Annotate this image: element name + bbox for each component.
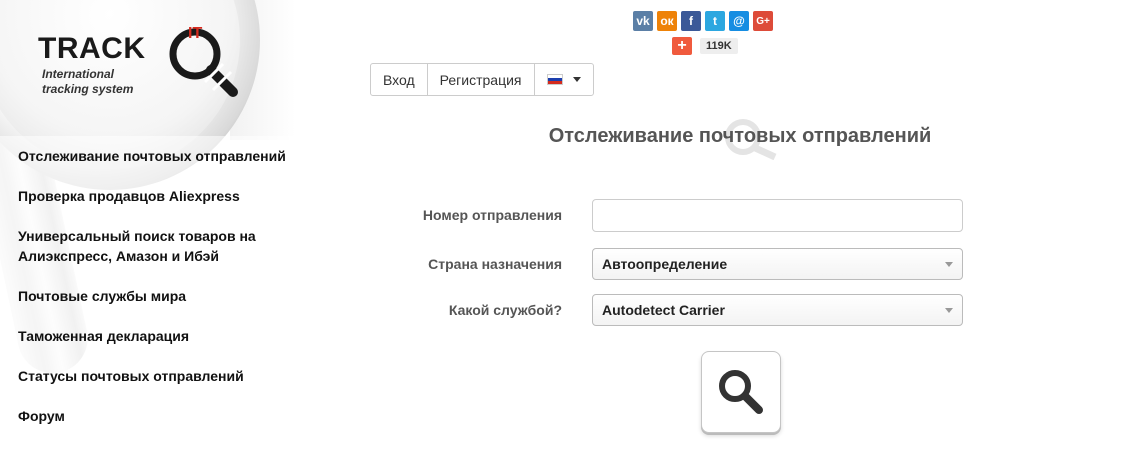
search-button[interactable]: [701, 351, 781, 433]
logo-track-text: TRACK: [38, 32, 146, 65]
site-logo[interactable]: TRACK IT International tracking system: [38, 20, 238, 100]
russia-flag-icon: [546, 74, 563, 85]
facebook-icon[interactable]: f: [681, 11, 701, 31]
social-share-bar: vk ок f t @ G+: [633, 11, 773, 31]
main-navigation: Отслеживание почтовых отправлений Провер…: [0, 136, 330, 436]
page-title: Отслеживание почтовых отправлений: [548, 125, 932, 147]
destination-country-label: Страна назначения: [428, 256, 562, 272]
mail-icon[interactable]: @: [729, 11, 749, 31]
google-plus-icon[interactable]: G+: [753, 11, 773, 31]
logo-it-text: IT: [188, 25, 203, 42]
share-count: 119K: [700, 38, 738, 54]
auth-bar: Вход Регистрация: [370, 63, 594, 96]
carrier-select[interactable]: Autodetect Carrier: [592, 294, 963, 326]
destination-country-value: Автоопределение: [602, 256, 728, 272]
carrier-label: Какой службой?: [448, 302, 562, 318]
nav-item-postal-services[interactable]: Почтовые службы мира: [0, 276, 330, 316]
nav-item-tracking-statuses[interactable]: Статусы почтовых отправлений: [0, 356, 330, 396]
tracking-number-label: Номер отправления: [422, 207, 562, 223]
language-selector[interactable]: [535, 64, 593, 95]
destination-country-select[interactable]: Автоопределение: [592, 248, 963, 280]
destination-country-row: Страна назначения Автоопределение: [380, 247, 1000, 281]
nav-item-tracking[interactable]: Отслеживание почтовых отправлений: [0, 136, 330, 176]
share-counter-row: + 119K: [672, 37, 738, 55]
chevron-down-icon: [572, 77, 581, 82]
nav-item-product-search[interactable]: Универсальный поиск товаров на Алиэкспре…: [0, 216, 330, 276]
register-button[interactable]: Регистрация: [428, 64, 535, 95]
twitter-icon[interactable]: t: [705, 11, 725, 31]
login-button[interactable]: Вход: [371, 64, 428, 95]
dropdown-arrow-icon: [945, 307, 953, 313]
logo-subtitle-line1: International: [42, 67, 115, 81]
nav-item-customs-declaration[interactable]: Таможенная декларация: [0, 316, 330, 356]
search-icon: [719, 370, 763, 414]
dropdown-arrow-icon: [945, 261, 953, 267]
logo-subtitle-line2: tracking system: [42, 82, 134, 96]
nav-item-seller-check[interactable]: Проверка продавцов Aliexpress: [0, 176, 330, 216]
nav-item-forum[interactable]: Форум: [0, 396, 330, 436]
tracking-number-input[interactable]: [592, 198, 963, 232]
tracking-number-row: Номер отправления: [380, 198, 1000, 232]
page-heading-area: Отслеживание почтовых отправлений: [520, 115, 960, 165]
odnoklassniki-icon[interactable]: ок: [657, 11, 677, 31]
vk-icon[interactable]: vk: [633, 11, 653, 31]
share-more-button[interactable]: +: [672, 37, 692, 55]
carrier-row: Какой службой? Autodetect Carrier: [380, 293, 1000, 327]
carrier-value: Autodetect Carrier: [602, 302, 725, 318]
